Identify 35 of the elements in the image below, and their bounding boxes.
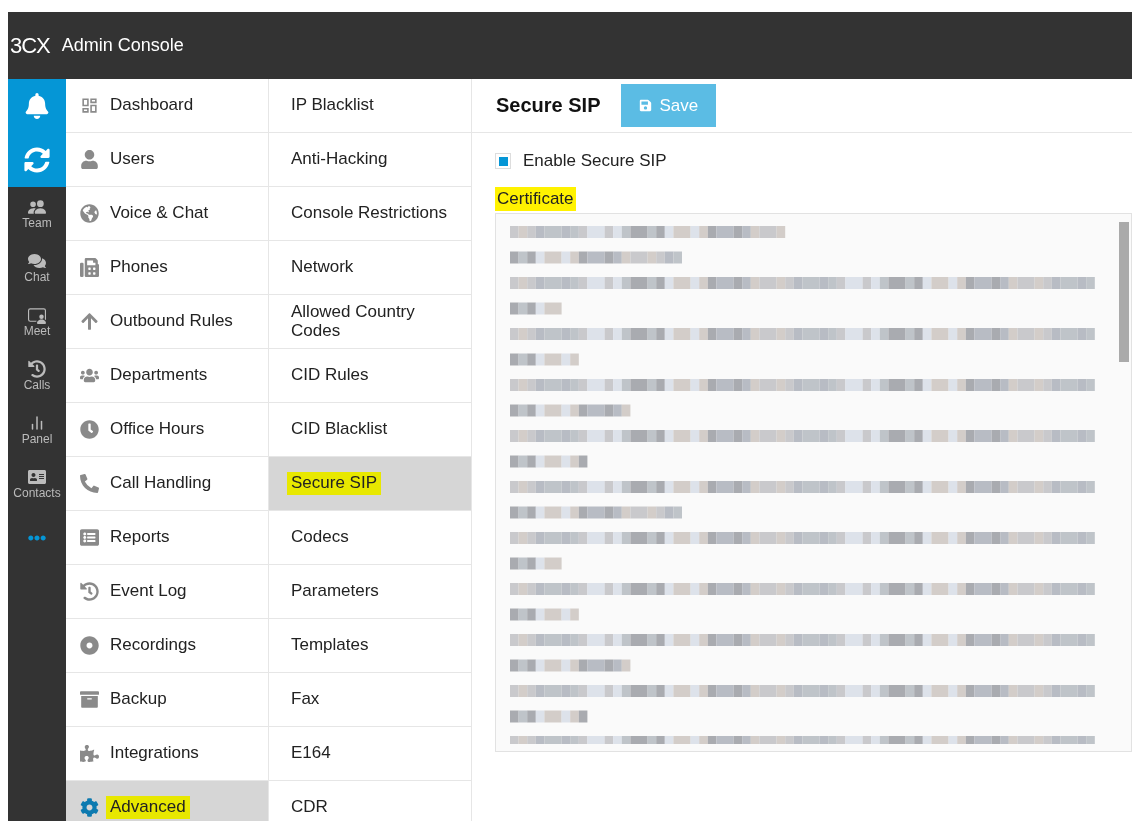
history-icon (79, 582, 99, 601)
save-icon (638, 99, 652, 112)
enable-checkbox[interactable]: Enable Secure SIP (495, 147, 1132, 175)
rail-button[interactable]: Chat (8, 241, 66, 295)
rail-button[interactable]: Contacts (8, 457, 66, 511)
rail-button[interactable]: Panel (8, 403, 66, 457)
bell-icon (24, 93, 50, 119)
clock-icon (79, 420, 99, 439)
record-icon (79, 636, 99, 655)
dashboard-icon (79, 96, 99, 115)
settings-icon (79, 798, 99, 817)
arrow-up-icon (79, 312, 99, 331)
list-icon (79, 528, 99, 547)
meeting-icon (28, 306, 46, 324)
page-title: Secure SIP (496, 94, 601, 117)
puzzle-icon (79, 744, 99, 763)
submenu-item[interactable]: Secure SIP (269, 457, 471, 511)
globe-icon (79, 204, 99, 223)
user-icon (79, 150, 99, 169)
archive-icon (79, 690, 99, 709)
swirl-icon (24, 147, 50, 173)
chat-icon (28, 252, 46, 270)
rail-button[interactable]: Meet (8, 295, 66, 349)
nav-item[interactable]: Advanced (66, 781, 268, 821)
group-icon (79, 366, 99, 385)
logo: 3CX (10, 32, 50, 59)
phone-icon (79, 474, 99, 493)
rail-button[interactable]: Team (8, 187, 66, 241)
contact-card-icon (28, 468, 46, 486)
rail-button[interactable]: Calls (8, 349, 66, 403)
people-icon (28, 198, 46, 216)
field-label: Certificate (495, 187, 576, 211)
history-icon (28, 360, 46, 378)
desk-phone-icon (79, 258, 99, 277)
app-title: Admin Console (61, 35, 184, 56)
